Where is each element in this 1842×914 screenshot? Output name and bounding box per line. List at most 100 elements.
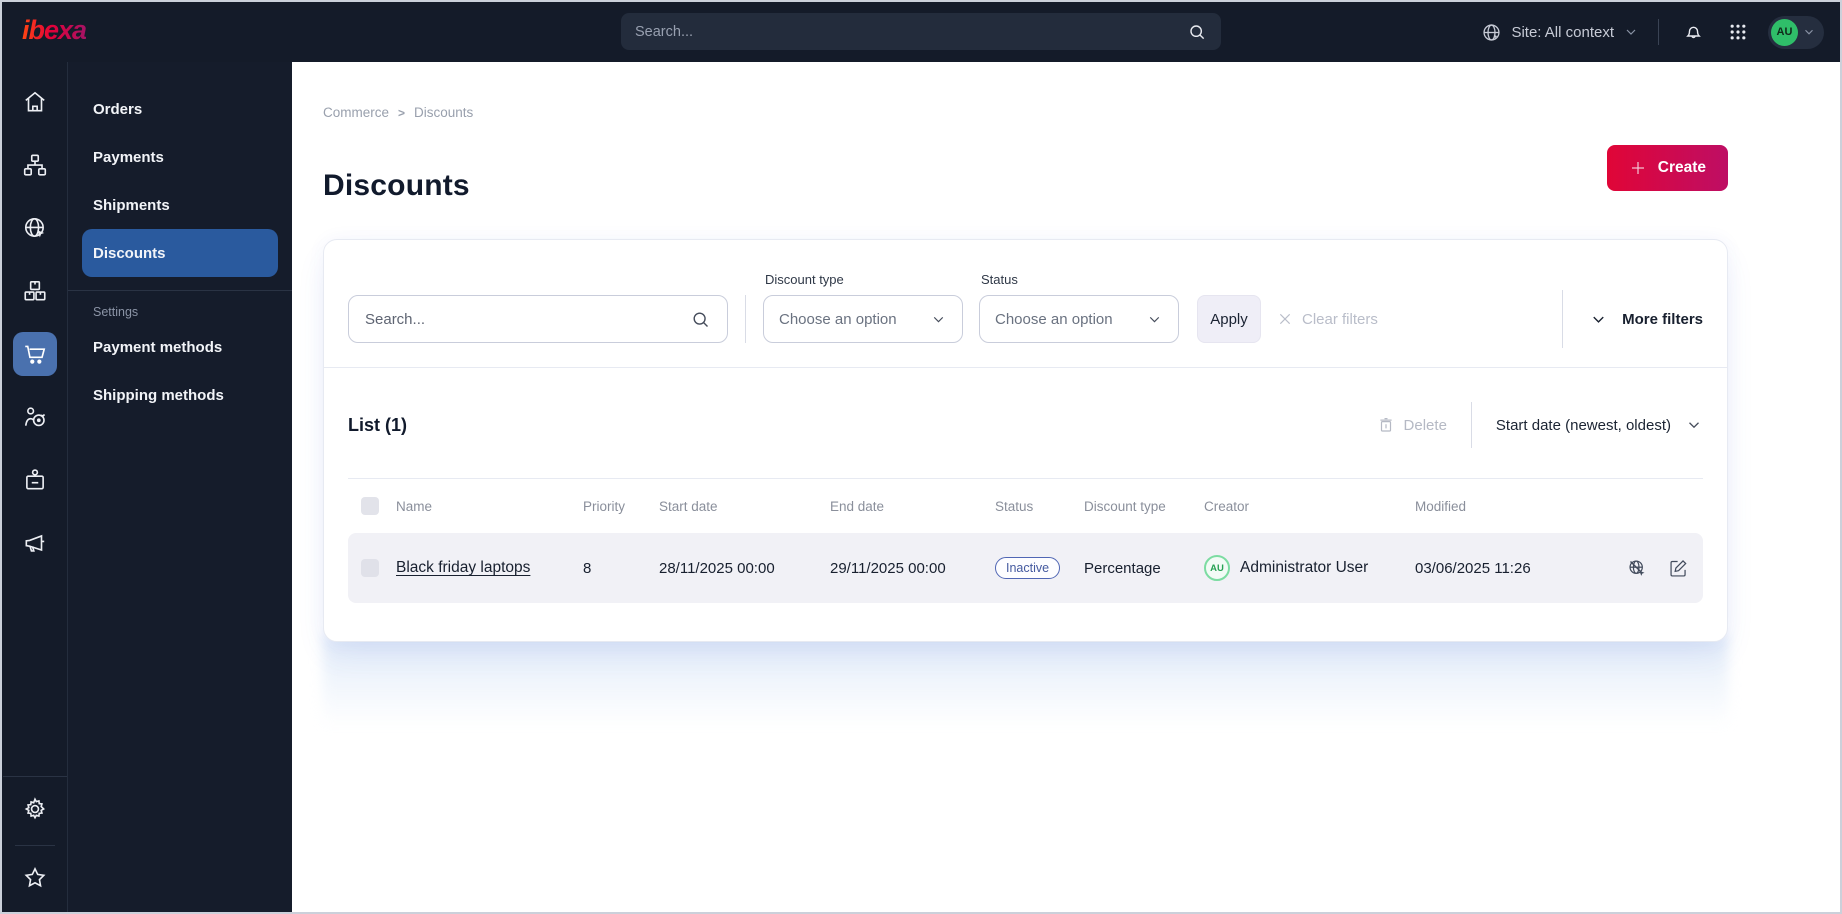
global-search-input[interactable]: Search...: [621, 13, 1221, 50]
user-avatar: AU: [1771, 18, 1798, 46]
discount-type-label: Discount type: [765, 272, 844, 287]
column-header-modified: Modified: [1415, 498, 1467, 514]
rail-divider: [14, 845, 55, 846]
preview-disabled-icon[interactable]: [1627, 558, 1648, 579]
sidebar-divider: [68, 290, 292, 291]
personalization-target-icon[interactable]: [13, 395, 57, 439]
chevron-down-icon: [930, 311, 947, 328]
breadcrumb: Commerce > Discounts: [323, 105, 1728, 120]
close-icon: [1277, 311, 1293, 327]
site-globe-icon[interactable]: [13, 206, 57, 250]
status-label: Status: [981, 272, 1018, 287]
more-filters-button[interactable]: More filters: [1589, 310, 1703, 329]
chevron-down-icon: [1589, 310, 1608, 329]
status-select[interactable]: Choose an option: [979, 295, 1179, 343]
filters-bar: Search... Discount type Choose an option: [324, 240, 1727, 368]
table-row: Black friday laptops 8 28/11/2025 00:00 …: [348, 533, 1703, 603]
sidebar-item-orders[interactable]: Orders: [82, 85, 278, 133]
site-context-label: Site: All context: [1511, 23, 1614, 41]
chevron-down-icon: [1623, 24, 1639, 40]
breadcrumb-item-discounts[interactable]: Discounts: [414, 105, 473, 120]
sidebar-item-shipments[interactable]: Shipments: [82, 181, 278, 229]
content-tree-icon[interactable]: [13, 143, 57, 187]
breadcrumb-separator: >: [398, 105, 406, 120]
delete-button-label: Delete: [1403, 416, 1447, 434]
sort-select[interactable]: Start date (newest, oldest): [1496, 416, 1703, 434]
sidebar-item-label: Payments: [93, 148, 164, 166]
topbar-right: Site: All context AU: [1481, 15, 1824, 49]
column-header-priority: Priority: [583, 498, 626, 514]
apply-button[interactable]: Apply: [1197, 295, 1261, 343]
discount-type-value: Choose an option: [779, 310, 897, 328]
column-header-end-date: End date: [830, 498, 885, 514]
notifications-bell-icon[interactable]: [1678, 17, 1708, 47]
clear-filters-button[interactable]: Clear filters: [1277, 295, 1378, 343]
products-boxes-icon[interactable]: [13, 269, 57, 313]
globe-icon: [1481, 22, 1502, 43]
search-icon: [690, 309, 711, 330]
sidebar-item-label: Discounts: [93, 244, 166, 262]
sidebar-item-payments[interactable]: Payments: [82, 133, 278, 181]
topbar-divider: [1658, 19, 1659, 45]
discounts-table: Name Priority Start date End date Status…: [348, 478, 1703, 603]
bookmarks-star-icon[interactable]: [13, 856, 57, 900]
edit-icon[interactable]: [1668, 558, 1689, 579]
commerce-side-panel: Orders Payments Shipments Discounts Sett…: [68, 62, 292, 912]
select-all-checkbox[interactable]: [361, 497, 379, 515]
sidebar-item-discounts[interactable]: Discounts: [82, 229, 278, 277]
create-button[interactable]: Create: [1606, 145, 1728, 191]
home-icon[interactable]: [13, 80, 57, 124]
sidebar-item-label: Shipments: [93, 196, 170, 214]
corporate-badge-icon[interactable]: [13, 458, 57, 502]
list-title: List (1): [348, 414, 408, 435]
settings-gear-icon[interactable]: [13, 787, 57, 831]
site-context-switcher[interactable]: Site: All context: [1481, 22, 1639, 43]
app-window: ibexa Search... Site: All context AU Ord…: [0, 0, 1842, 914]
sort-select-value: Start date (newest, oldest): [1495, 416, 1671, 434]
filter-divider: [1562, 290, 1564, 348]
sidebar-item-shipping-methods[interactable]: Shipping methods: [82, 371, 278, 419]
column-header-name: Name: [396, 498, 433, 514]
table-header-row: Name Priority Start date End date Status…: [348, 479, 1703, 533]
column-header-discount-type: Discount type: [1084, 498, 1166, 514]
discount-name-link[interactable]: Black friday laptops: [396, 559, 530, 576]
status-value: Choose an option: [995, 310, 1113, 328]
user-menu[interactable]: AU: [1768, 15, 1824, 49]
column-header-start-date: Start date: [659, 498, 718, 514]
card-glow: [323, 634, 1728, 744]
column-header-creator: Creator: [1204, 498, 1250, 514]
sidebar-item-label: Payment methods: [93, 338, 223, 356]
sidebar-section-label: Settings: [93, 305, 139, 319]
sidebar-item-payment-methods[interactable]: Payment methods: [82, 323, 278, 371]
trash-icon: [1377, 416, 1395, 434]
rail-divider: [2, 776, 67, 777]
delete-button[interactable]: Delete: [1377, 416, 1447, 434]
filter-divider: [745, 295, 746, 343]
discount-start-date: 28/11/2025 00:00: [659, 559, 775, 577]
list-search-input[interactable]: Search...: [348, 295, 728, 343]
discount-type-value: Percentage: [1084, 559, 1161, 577]
marketing-megaphone-icon[interactable]: [13, 521, 57, 565]
list-search-placeholder: Search...: [365, 310, 426, 328]
chevron-down-icon: [1146, 311, 1163, 328]
discount-end-date: 29/11/2025 00:00: [830, 559, 946, 577]
icon-rail: [2, 62, 68, 912]
sidebar-item-label: Orders: [93, 100, 143, 118]
discounts-card: Search... Discount type Choose an option: [323, 239, 1728, 642]
global-search-placeholder: Search...: [635, 23, 694, 40]
more-filters-label: More filters: [1622, 310, 1703, 328]
chevron-down-icon: [1685, 416, 1703, 434]
discount-priority: 8: [583, 559, 592, 577]
app-grid-icon[interactable]: [1723, 17, 1753, 47]
row-checkbox[interactable]: [361, 559, 379, 577]
status-badge: Inactive: [995, 557, 1061, 579]
discount-type-select[interactable]: Choose an option: [763, 295, 963, 343]
plus-icon: [1629, 159, 1647, 177]
breadcrumb-item-commerce[interactable]: Commerce: [323, 105, 389, 120]
sidebar-item-label: Shipping methods: [93, 386, 224, 404]
chevron-down-icon: [1802, 25, 1816, 39]
column-header-status: Status: [995, 498, 1034, 514]
search-icon: [1187, 22, 1207, 42]
rail-bottom: [2, 766, 67, 912]
commerce-cart-icon[interactable]: [12, 332, 57, 376]
